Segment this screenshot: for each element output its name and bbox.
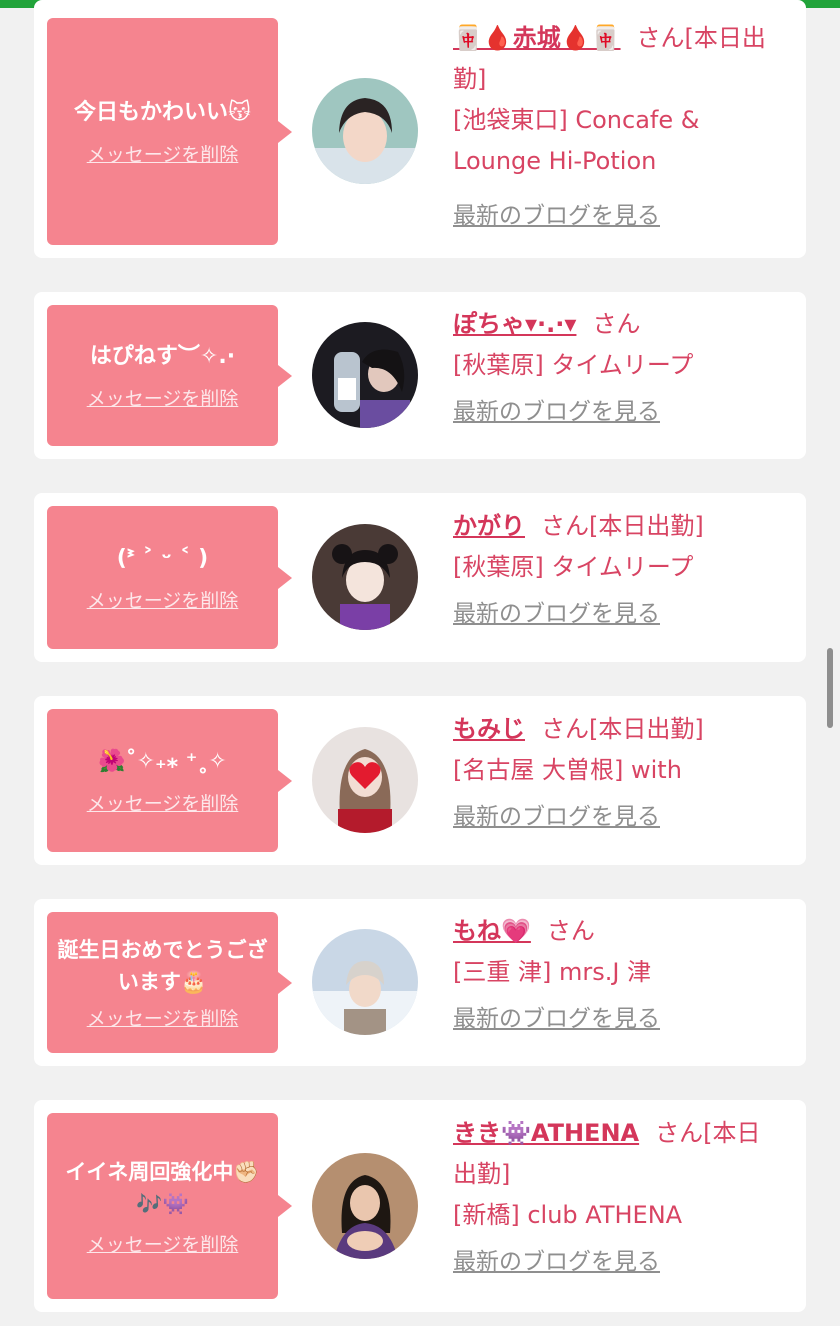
shop-link[interactable]: [名古屋 大曽根] with (453, 756, 682, 784)
message-text: (ᕑ ˃ ᵕ ˂ ) (116, 546, 209, 571)
cast-name-link[interactable]: きき👾ATHENA (453, 1119, 639, 1147)
message-bubble: 今日もかわいい😽 メッセージを削除 (47, 18, 292, 245)
latest-blog-link[interactable]: 最新のブログを見る (453, 1242, 660, 1283)
delete-message-link[interactable]: メッセージを削除 (87, 384, 239, 411)
message-card: (ᕑ ˃ ᵕ ˂ ) メッセージを削除 かがり さん[本日出勤] [秋葉原] タイ… (34, 493, 806, 662)
shop-link[interactable]: [秋葉原] タイムリープ (453, 351, 693, 379)
avatar[interactable] (312, 1153, 418, 1259)
latest-blog-link[interactable]: 最新のブログを見る (453, 797, 660, 838)
message-text: 🌺˚✧₊⁎ ⁺˳✧ (98, 749, 227, 774)
avatar-photo (312, 929, 418, 1035)
avatar-photo (312, 727, 418, 833)
message-card: 今日もかわいい😽 メッセージを削除 🀄🩸赤城🩸🀄 さん[本日出勤] [池袋東口] … (34, 0, 806, 258)
cast-info: もね💗 さん [三重 津] mrs.J 津 最新のブログを見る (453, 911, 783, 1040)
message-text: 誕生日おめでとうございます🎂 (57, 938, 268, 994)
delete-message-link[interactable]: メッセージを削除 (87, 1230, 239, 1257)
cast-info: もみじ さん[本日出勤] [名古屋 大曽根] with 最新のブログを見る (453, 709, 783, 838)
latest-blog-link[interactable]: 最新のブログを見る (453, 392, 660, 433)
cast-name-link[interactable]: ぽちゃ▾·.·▾ (453, 310, 576, 338)
honorific: さん (541, 512, 589, 540)
delete-message-link[interactable]: メッセージを削除 (87, 586, 239, 613)
cast-name-link[interactable]: もみじ (453, 715, 525, 743)
cast-info: きき👾ATHENA さん[本日出勤] [新橋] club ATHENA 最新のブロ… (453, 1113, 783, 1283)
delete-message-link[interactable]: メッセージを削除 (87, 789, 239, 816)
honorific: さん (636, 24, 685, 52)
message-card: 誕生日おめでとうございます🎂 メッセージを削除 もね💗 さん [三重 津] mrs… (34, 899, 806, 1066)
cast-name-link[interactable]: かがり (453, 512, 525, 540)
message-bubble: はぴねす︶✧.· メッセージを削除 (47, 305, 292, 446)
scrollbar[interactable] (827, 648, 833, 728)
message-text: はぴねす︶✧.· (89, 344, 236, 369)
avatar-photo (312, 1153, 418, 1259)
status-text: [本日出勤] (589, 512, 704, 540)
honorific: さん (655, 1119, 704, 1147)
honorific: さん (546, 917, 595, 945)
cast-name-link[interactable]: もね💗 (453, 917, 531, 945)
avatar[interactable] (312, 322, 418, 428)
message-card: 🌺˚✧₊⁎ ⁺˳✧ メッセージを削除 もみじ さん[本日出勤] [名古屋 大曽根]… (34, 696, 806, 865)
message-bubble: 🌺˚✧₊⁎ ⁺˳✧ メッセージを削除 (47, 709, 292, 852)
latest-blog-link[interactable]: 最新のブログを見る (453, 196, 660, 237)
latest-blog-link[interactable]: 最新のブログを見る (453, 594, 660, 635)
message-text: イイネ周回強化中✊🏻🎶👾 (65, 1159, 260, 1216)
avatar-photo (312, 322, 418, 428)
cast-info: 🀄🩸赤城🩸🀄 さん[本日出勤] [池袋東口] Concafe & Lounge H… (453, 18, 783, 237)
avatar-photo (312, 78, 418, 184)
cast-info: かがり さん[本日出勤] [秋葉原] タイムリープ 最新のブログを見る (453, 506, 783, 635)
message-bubble: 誕生日おめでとうございます🎂 メッセージを削除 (47, 912, 292, 1053)
shop-link[interactable]: [池袋東口] Concafe & Lounge Hi-Potion (453, 106, 699, 175)
message-card: イイネ周回強化中✊🏻🎶👾 メッセージを削除 きき👾ATHENA さん[本日出勤] … (34, 1100, 806, 1312)
shop-link[interactable]: [秋葉原] タイムリープ (453, 553, 693, 581)
honorific: さん (592, 310, 641, 338)
delete-message-link[interactable]: メッセージを削除 (87, 140, 239, 167)
message-bubble: イイネ周回強化中✊🏻🎶👾 メッセージを削除 (47, 1113, 292, 1299)
message-bubble: (ᕑ ˃ ᵕ ˂ ) メッセージを削除 (47, 506, 292, 649)
cast-info: ぽちゃ▾·.·▾ さん [秋葉原] タイムリープ 最新のブログを見る (453, 304, 783, 433)
avatar[interactable] (312, 78, 418, 184)
delete-message-link[interactable]: メッセージを削除 (87, 1004, 239, 1031)
message-card: はぴねす︶✧.· メッセージを削除 ぽちゃ▾·.·▾ さん [秋葉原] タイムリー… (34, 292, 806, 459)
avatar[interactable] (312, 727, 418, 833)
avatar-photo (312, 524, 418, 630)
shop-link[interactable]: [三重 津] mrs.J 津 (453, 958, 651, 986)
avatar[interactable] (312, 929, 418, 1035)
status-text: [本日出勤] (589, 715, 704, 743)
shop-link[interactable]: [新橋] club ATHENA (453, 1201, 682, 1229)
avatar[interactable] (312, 524, 418, 630)
message-text: 今日もかわいい😽 (74, 100, 251, 125)
honorific: さん (541, 715, 589, 743)
latest-blog-link[interactable]: 最新のブログを見る (453, 999, 660, 1040)
cast-name-link[interactable]: 🀄🩸赤城🩸🀄 (453, 24, 621, 52)
